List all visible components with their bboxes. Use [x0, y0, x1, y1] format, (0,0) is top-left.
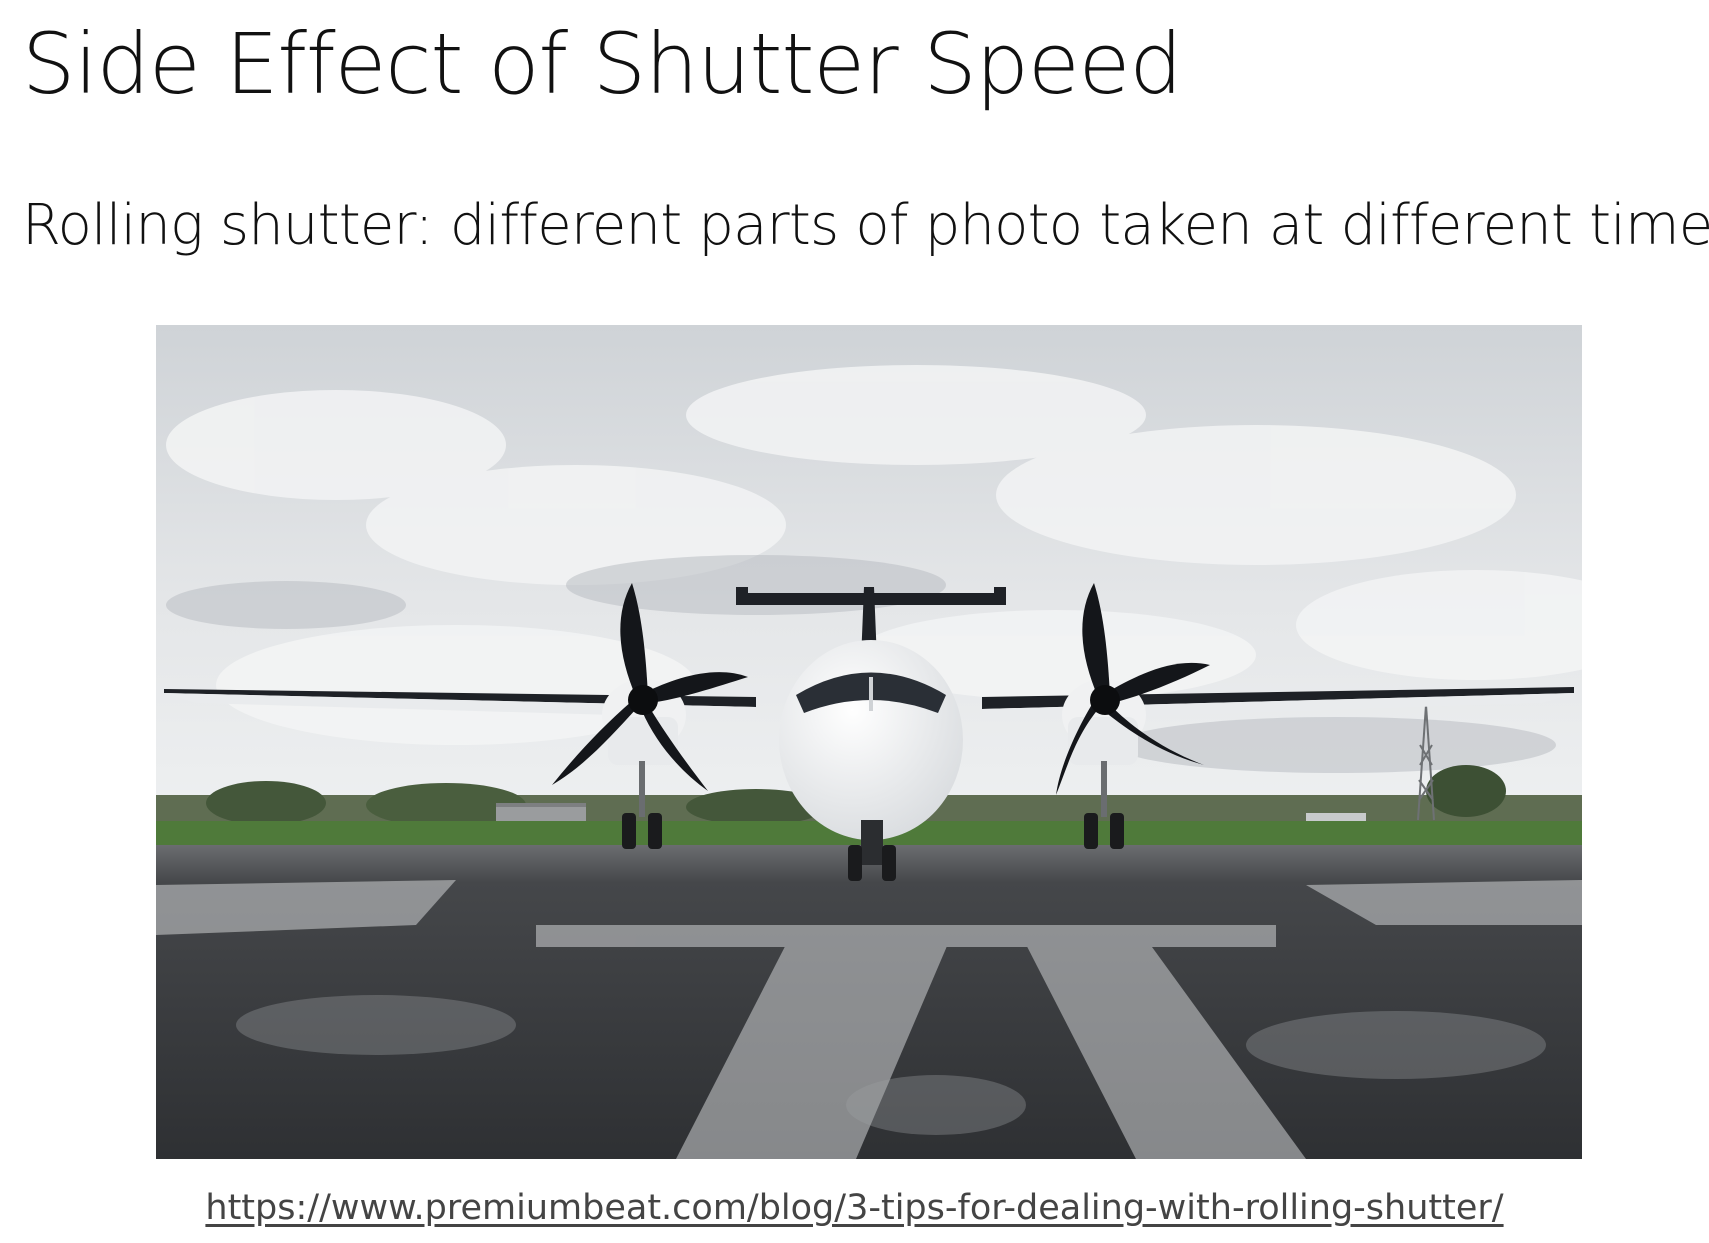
slide-subtitle: Rolling shutter: different parts of phot… — [22, 193, 1709, 258]
slide-title: Side Effect of Shutter Speed — [22, 15, 1183, 113]
source-link[interactable]: https://www.premiumbeat.com/blog/3-tips-… — [0, 1188, 1709, 1228]
rolling-shutter-airplane-photo — [156, 325, 1582, 1159]
turboprop-airplane-rolling-shutter-icon — [156, 325, 1582, 1159]
